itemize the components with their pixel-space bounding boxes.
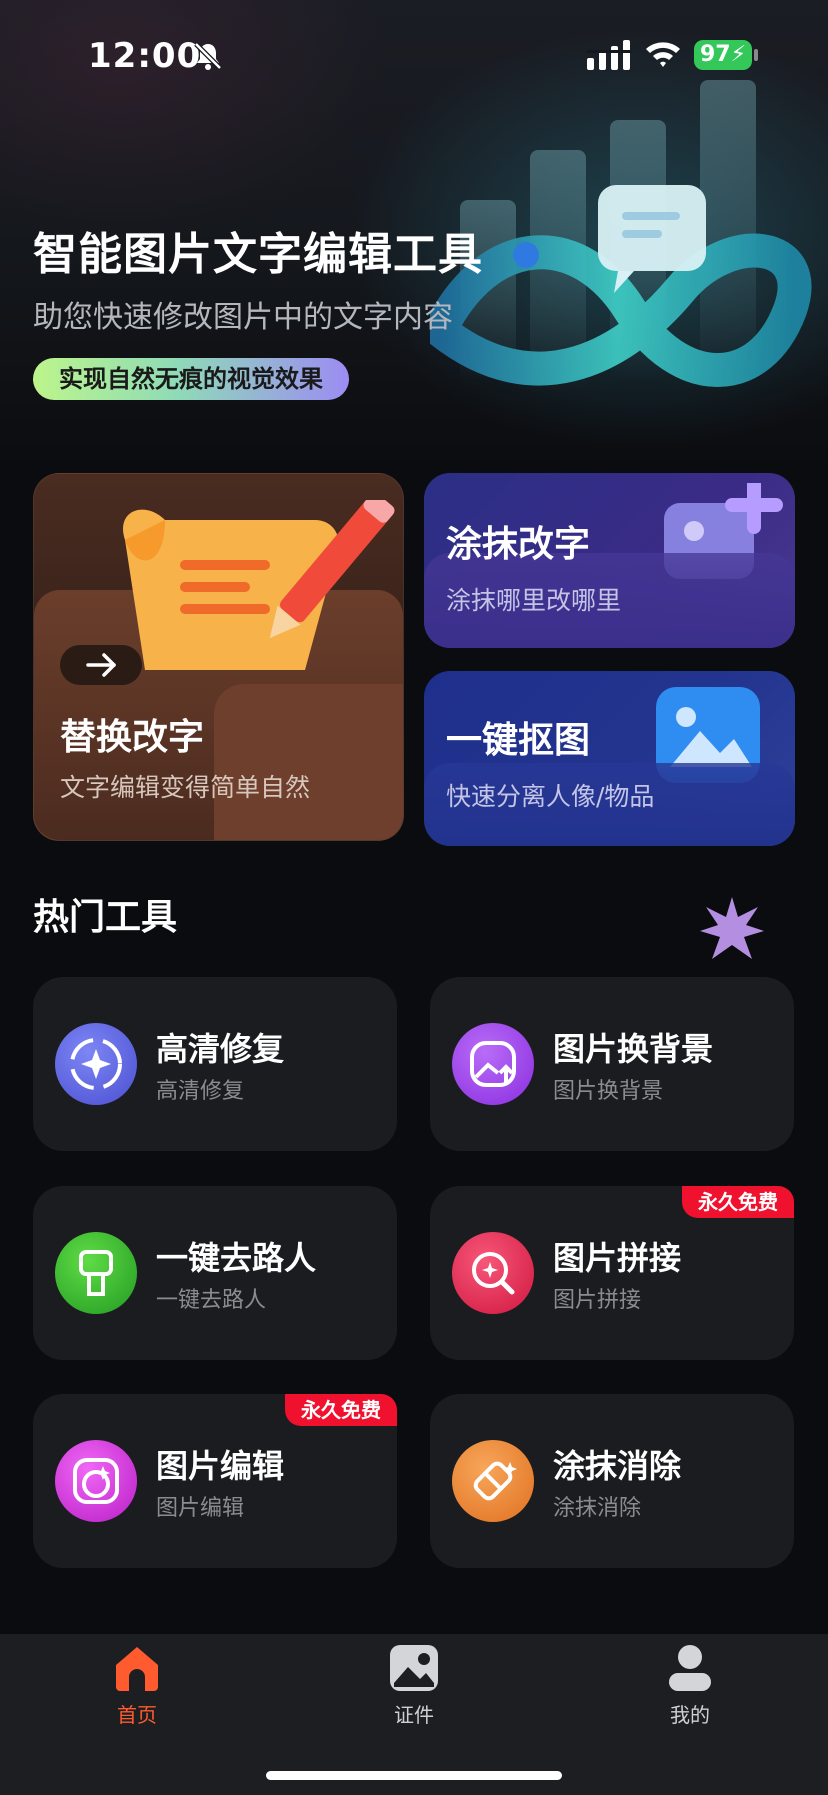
- cutout-title: 一键抠图: [446, 720, 591, 761]
- tool-subtitle: 图片编辑: [156, 1496, 245, 1521]
- magnify-icon: [452, 1232, 534, 1314]
- scroll-pencil-illustration: [123, 500, 395, 670]
- tool-image-stitch[interactable]: 图片拼接 图片拼接 永久免费: [430, 1186, 794, 1360]
- tool-subtitle: 高清修复: [156, 1079, 245, 1104]
- status-time: 12:00: [88, 36, 202, 76]
- infinity-chat-illustration: [430, 80, 812, 390]
- arrow-right-icon: [86, 653, 116, 677]
- tool-title: 一键去路人: [156, 1239, 317, 1277]
- replace-text-subtitle: 文字编辑变得简单自然: [60, 773, 311, 802]
- replace-text-title: 替换改字: [60, 717, 205, 758]
- home-icon: [116, 1647, 158, 1691]
- image-edit-icon: [55, 1440, 137, 1522]
- background-swap-icon: [452, 1023, 534, 1105]
- smear-text-title: 涂抹改字: [446, 524, 591, 565]
- tool-subtitle: 图片拼接: [553, 1288, 642, 1313]
- hero-tag: 实现自然无痕的视觉效果: [33, 358, 349, 400]
- profile-icon: [669, 1645, 711, 1691]
- tab-home[interactable]: 首页: [77, 1643, 197, 1728]
- eraser-icon: [452, 1440, 534, 1522]
- tool-subtitle: 涂抹消除: [553, 1496, 642, 1521]
- tab-label: 证件: [394, 1703, 434, 1727]
- tool-hd-restore[interactable]: 高清修复 高清修复: [33, 977, 397, 1151]
- hero-subtitle: 助您快速修改图片中的文字内容: [33, 300, 453, 335]
- tab-label: 我的: [670, 1703, 710, 1727]
- tab-label: 首页: [117, 1703, 157, 1727]
- cutout-subtitle: 快速分离人像/物品: [446, 782, 655, 811]
- tool-subtitle: 一键去路人: [156, 1288, 267, 1313]
- smear-text-card[interactable]: 涂抹改字 涂抹哪里改哪里: [424, 473, 795, 648]
- home-indicator: [266, 1771, 562, 1780]
- card-fold: [214, 684, 403, 840]
- sparkle-restore-icon: [55, 1023, 137, 1105]
- cellular-signal-icon: [587, 40, 631, 70]
- battery-level: 97: [700, 42, 731, 67]
- cutout-card[interactable]: 一键抠图 快速分离人像/物品: [424, 671, 795, 846]
- tool-title: 图片换背景: [553, 1030, 714, 1068]
- tool-smear-erase[interactable]: 涂抹消除 涂抹消除: [430, 1394, 794, 1568]
- sparkle-icon: [700, 897, 764, 959]
- tab-id-photo[interactable]: 证件: [354, 1643, 474, 1728]
- tool-subtitle: 图片换背景: [553, 1079, 664, 1104]
- tool-title: 涂抹消除: [553, 1447, 682, 1485]
- hero-title: 智能图片文字编辑工具: [33, 229, 483, 280]
- bell-muted-icon: [194, 42, 222, 70]
- tool-title: 图片拼接: [553, 1239, 682, 1277]
- tool-remove-passerby[interactable]: 一键去路人 一键去路人: [33, 1186, 397, 1360]
- brush-icon: [55, 1232, 137, 1314]
- id-photo-icon: [390, 1645, 438, 1691]
- battery-cap: [754, 49, 758, 61]
- tool-image-edit[interactable]: 图片编辑 图片编辑 永久免费: [33, 1394, 397, 1568]
- replace-arrow-button[interactable]: [60, 645, 142, 685]
- tab-profile[interactable]: 我的: [630, 1643, 750, 1728]
- free-badge: 永久免费: [682, 1186, 794, 1218]
- tool-title: 图片编辑: [156, 1447, 285, 1485]
- tool-title: 高清修复: [156, 1030, 285, 1068]
- wifi-icon: [646, 42, 680, 67]
- battery-indicator: 97⚡: [694, 40, 752, 70]
- free-badge: 永久免费: [285, 1394, 397, 1426]
- hot-tools-title: 热门工具: [33, 897, 178, 938]
- tool-change-background[interactable]: 图片换背景 图片换背景: [430, 977, 794, 1151]
- smear-text-subtitle: 涂抹哪里改哪里: [446, 586, 622, 615]
